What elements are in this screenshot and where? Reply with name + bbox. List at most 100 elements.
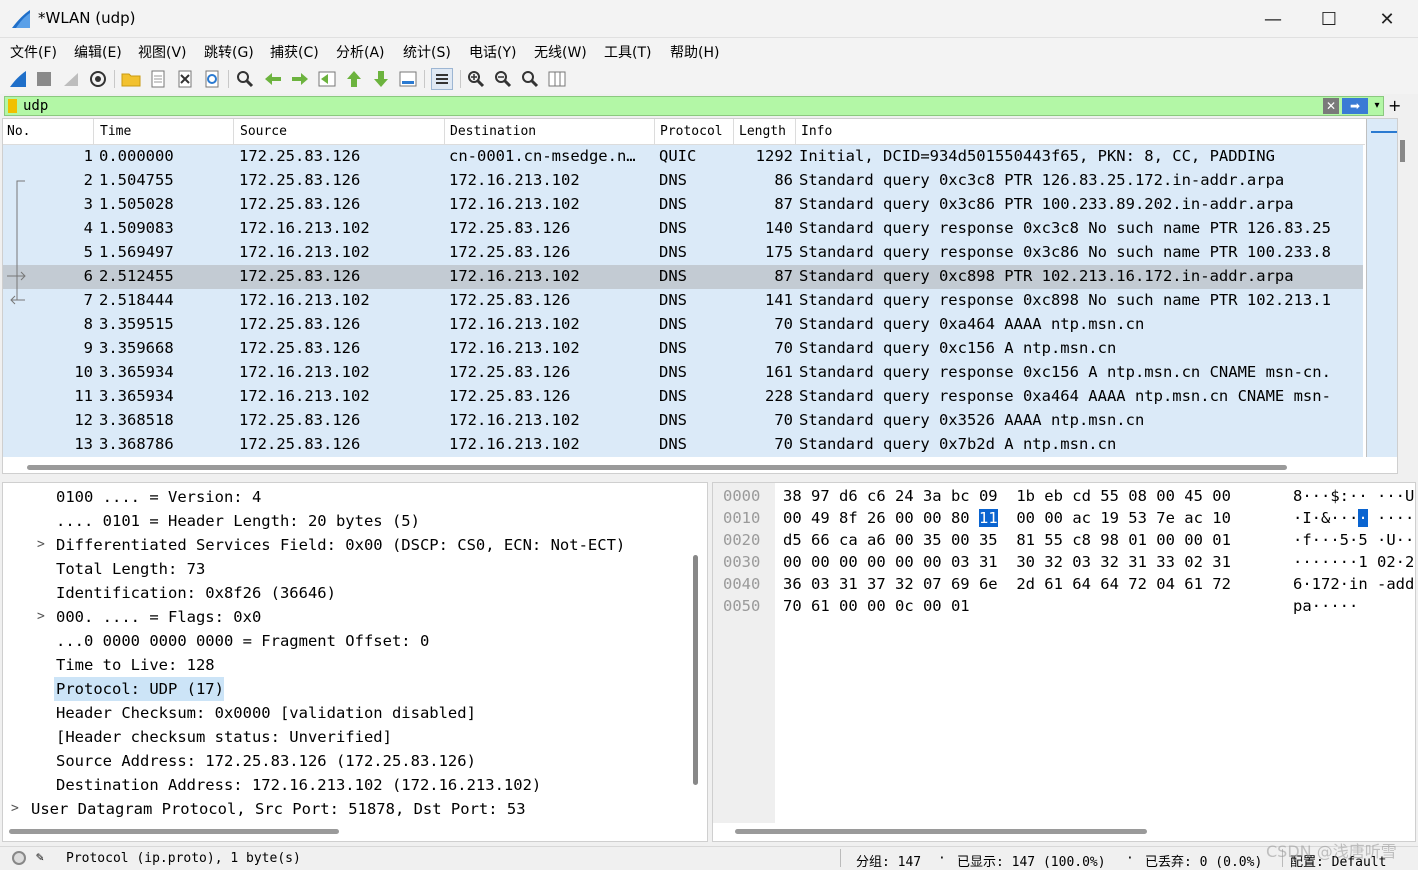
find-icon[interactable] bbox=[234, 68, 256, 90]
bookmark-icon[interactable] bbox=[8, 99, 17, 113]
clear-filter-icon[interactable]: ✕ bbox=[1323, 98, 1339, 114]
table-row[interactable]: 7 2.518444 172.16.213.102 172.25.83.126 DNS 1… bbox=[3, 289, 1363, 313]
hex-group-a[interactable]: 00 49 8f 26 00 00 80 bbox=[783, 509, 970, 527]
zoom-normal-icon[interactable] bbox=[519, 68, 541, 90]
reload-icon[interactable] bbox=[201, 68, 223, 90]
packet-list-horizontal-scrollbar[interactable] bbox=[27, 465, 1287, 470]
back-icon[interactable] bbox=[262, 68, 284, 90]
ascii-bytes[interactable]: pa····· bbox=[1293, 597, 1358, 615]
edit-comment-icon[interactable]: ✎ bbox=[36, 850, 44, 865]
hex-group-b[interactable]: 2d 61 64 64 72 04 61 72 bbox=[1016, 575, 1231, 593]
table-row[interactable]: 10 3.365934 172.16.213.102 172.25.83.126 DNS… bbox=[3, 361, 1363, 385]
detail-tree-item[interactable]: .... 0101 = Header Length: 20 bytes (5) bbox=[3, 509, 687, 533]
restart-icon[interactable] bbox=[60, 68, 82, 90]
close-file-icon[interactable] bbox=[174, 68, 196, 90]
zoom-out-icon[interactable] bbox=[492, 68, 514, 90]
column-info[interactable]: Info bbox=[801, 124, 832, 139]
shark-start-icon[interactable] bbox=[7, 68, 29, 90]
selected-byte[interactable]: 11 bbox=[978, 509, 998, 527]
detail-tree-item[interactable]: >000. .... = Flags: 0x0 bbox=[3, 605, 687, 629]
menu-wireless[interactable]: 无线(W) bbox=[534, 42, 587, 62]
hex-bytes[interactable]: d5 66 ca a6 00 35 00 35 81 55 c8 98 01 0… bbox=[783, 531, 1231, 549]
detail-tree-item[interactable]: > User Datagram Protocol, Src Port: 51878… bbox=[3, 797, 687, 821]
menu-tools[interactable]: 工具(T) bbox=[604, 42, 651, 62]
resize-columns-icon[interactable] bbox=[546, 68, 568, 90]
hex-group-b[interactable]: 1b eb cd 55 08 00 45 00 bbox=[1016, 487, 1231, 505]
detail-tree-item[interactable]: ...0 0000 0000 0000 = Fragment Offset: 0 bbox=[3, 629, 687, 653]
column-destination[interactable]: Destination bbox=[450, 124, 536, 139]
detail-tree-item[interactable]: > Differentiated Services Field: 0x00 (DS… bbox=[3, 533, 687, 557]
table-row[interactable]: 3 1.505028 172.25.83.126 172.16.213.102 DNS 8… bbox=[3, 193, 1363, 217]
menu-telephony[interactable]: 电话(Y) bbox=[469, 42, 516, 62]
ascii-bytes[interactable]: ·I·&···· ····S~·· bbox=[1293, 509, 1415, 527]
menu-go[interactable]: 跳转(G) bbox=[204, 42, 254, 62]
detail-tree-item[interactable]: Source Address: 172.25.83.126 (172.25.83… bbox=[3, 749, 687, 773]
hex-bytes[interactable]: 36 03 31 37 32 07 69 6e 2d 61 64 64 72 0… bbox=[783, 575, 1231, 593]
hex-group-a[interactable]: 70 61 00 00 0c 00 01 bbox=[783, 597, 970, 615]
open-folder-icon[interactable] bbox=[120, 68, 142, 90]
table-row[interactable]: 9 3.359668 172.25.83.126 172.16.213.102 DNS 7… bbox=[3, 337, 1363, 361]
detail-tree-item[interactable]: Total Length: 73 bbox=[3, 557, 687, 581]
table-row[interactable]: 5 1.569497 172.16.213.102 172.25.83.126 DNS 1… bbox=[3, 241, 1363, 265]
maximize-button[interactable]: ☐ bbox=[1300, 0, 1358, 38]
menu-help[interactable]: 帮助(H) bbox=[670, 42, 719, 62]
expand-chevron-icon[interactable]: > bbox=[11, 797, 19, 821]
forward-icon[interactable] bbox=[289, 68, 311, 90]
minimize-button[interactable]: — bbox=[1244, 0, 1302, 38]
detail-tree-item[interactable]: [Header checksum status: Unverified] bbox=[3, 725, 687, 749]
hex-group-b[interactable]: 30 32 03 32 31 33 02 31 bbox=[1016, 553, 1231, 571]
hex-group-a[interactable]: d5 66 ca a6 00 35 00 35 bbox=[783, 531, 998, 549]
details-horizontal-scrollbar[interactable] bbox=[9, 829, 339, 834]
hex-group-b[interactable]: 81 55 c8 98 01 00 00 01 bbox=[1016, 531, 1231, 549]
detail-tree-item[interactable]: Time to Live: 128 bbox=[3, 653, 687, 677]
table-row[interactable]: 1 0.000000 172.25.83.126 cn-0001.cn-msedge.… bbox=[3, 145, 1363, 169]
ascii-bytes[interactable]: 8···$:·· ···U··E· bbox=[1293, 487, 1415, 505]
hex-group-a[interactable]: 00 00 00 00 00 00 03 31 bbox=[783, 553, 998, 571]
detail-tree-item[interactable]: Identification: 0x8f26 (36646) bbox=[3, 581, 687, 605]
first-packet-icon[interactable] bbox=[343, 68, 365, 90]
packet-list-minimap[interactable] bbox=[1366, 119, 1397, 457]
column-time[interactable]: Time bbox=[100, 124, 131, 139]
table-row[interactable]: 4 1.509083 172.16.213.102 172.25.83.126 DNS 1… bbox=[3, 217, 1363, 241]
expert-info-icon[interactable] bbox=[12, 851, 26, 865]
table-row[interactable]: 8 3.359515 172.25.83.126 172.16.213.102 DNS 7… bbox=[3, 313, 1363, 337]
stop-icon[interactable] bbox=[33, 68, 55, 90]
menu-capture[interactable]: 捕获(C) bbox=[270, 42, 319, 62]
detail-tree-item[interactable]: 0100 .... = Version: 4 bbox=[3, 485, 687, 509]
hex-group-b[interactable]: 00 00 ac 19 53 7e ac 10 bbox=[1016, 509, 1231, 527]
ascii-bytes[interactable]: 6·172·in -addr·ar bbox=[1293, 575, 1415, 593]
hex-bytes[interactable]: 00 00 00 00 00 00 03 31 30 32 03 32 31 3… bbox=[783, 553, 1231, 571]
details-vertical-scrollbar[interactable] bbox=[693, 555, 698, 785]
ascii-bytes[interactable]: ·······1 02·213·1 bbox=[1293, 553, 1415, 571]
column-no[interactable]: No. bbox=[7, 124, 30, 139]
ascii-bytes[interactable]: ·f···5·5 ·U······ bbox=[1293, 531, 1415, 549]
menu-analyze[interactable]: 分析(A) bbox=[336, 42, 385, 62]
packet-list-vertical-scrollbar[interactable] bbox=[1400, 140, 1405, 162]
hex-bytes[interactable]: 70 61 00 00 0c 00 01 bbox=[783, 597, 988, 615]
menu-edit[interactable]: 编辑(E) bbox=[74, 42, 122, 62]
column-source[interactable]: Source bbox=[240, 124, 287, 139]
detail-tree-item[interactable]: Protocol: UDP (17) bbox=[3, 677, 687, 701]
expand-chevron-icon[interactable]: > bbox=[37, 533, 45, 557]
zoom-in-icon[interactable] bbox=[465, 68, 487, 90]
options-gear-icon[interactable] bbox=[87, 68, 109, 90]
filter-history-dropdown[interactable]: ▾ bbox=[1371, 97, 1383, 115]
column-protocol[interactable]: Protocol bbox=[660, 124, 723, 139]
menu-statistics[interactable]: 统计(S) bbox=[403, 42, 451, 62]
table-row[interactable]: 6 2.512455 172.25.83.126 172.16.213.102 DNS 8… bbox=[3, 265, 1363, 289]
detail-tree-item[interactable]: Header Checksum: 0x0000 [validation disa… bbox=[3, 701, 687, 725]
table-row[interactable]: 13 3.368786 172.25.83.126 172.16.213.102 DNS… bbox=[3, 433, 1363, 457]
last-packet-icon[interactable] bbox=[370, 68, 392, 90]
table-row[interactable]: 11 3.365934 172.16.213.102 172.25.83.126 DNS… bbox=[3, 385, 1363, 409]
menu-file[interactable]: 文件(F) bbox=[10, 42, 57, 62]
table-row[interactable]: 2 1.504755 172.25.83.126 172.16.213.102 DNS 8… bbox=[3, 169, 1363, 193]
hex-bytes[interactable]: 38 97 d6 c6 24 3a bc 09 1b eb cd 55 08 0… bbox=[783, 487, 1231, 505]
save-file-icon[interactable] bbox=[147, 68, 169, 90]
hex-group-a[interactable]: 38 97 d6 c6 24 3a bc 09 bbox=[783, 487, 998, 505]
menu-view[interactable]: 视图(V) bbox=[138, 42, 187, 62]
apply-filter-icon[interactable]: ➡ bbox=[1342, 98, 1368, 114]
display-filter-input[interactable] bbox=[23, 97, 1313, 115]
close-button[interactable]: ✕ bbox=[1358, 0, 1416, 38]
detail-tree-item[interactable]: Destination Address: 172.16.213.102 (172… bbox=[3, 773, 687, 797]
expand-chevron-icon[interactable]: > bbox=[37, 605, 45, 629]
